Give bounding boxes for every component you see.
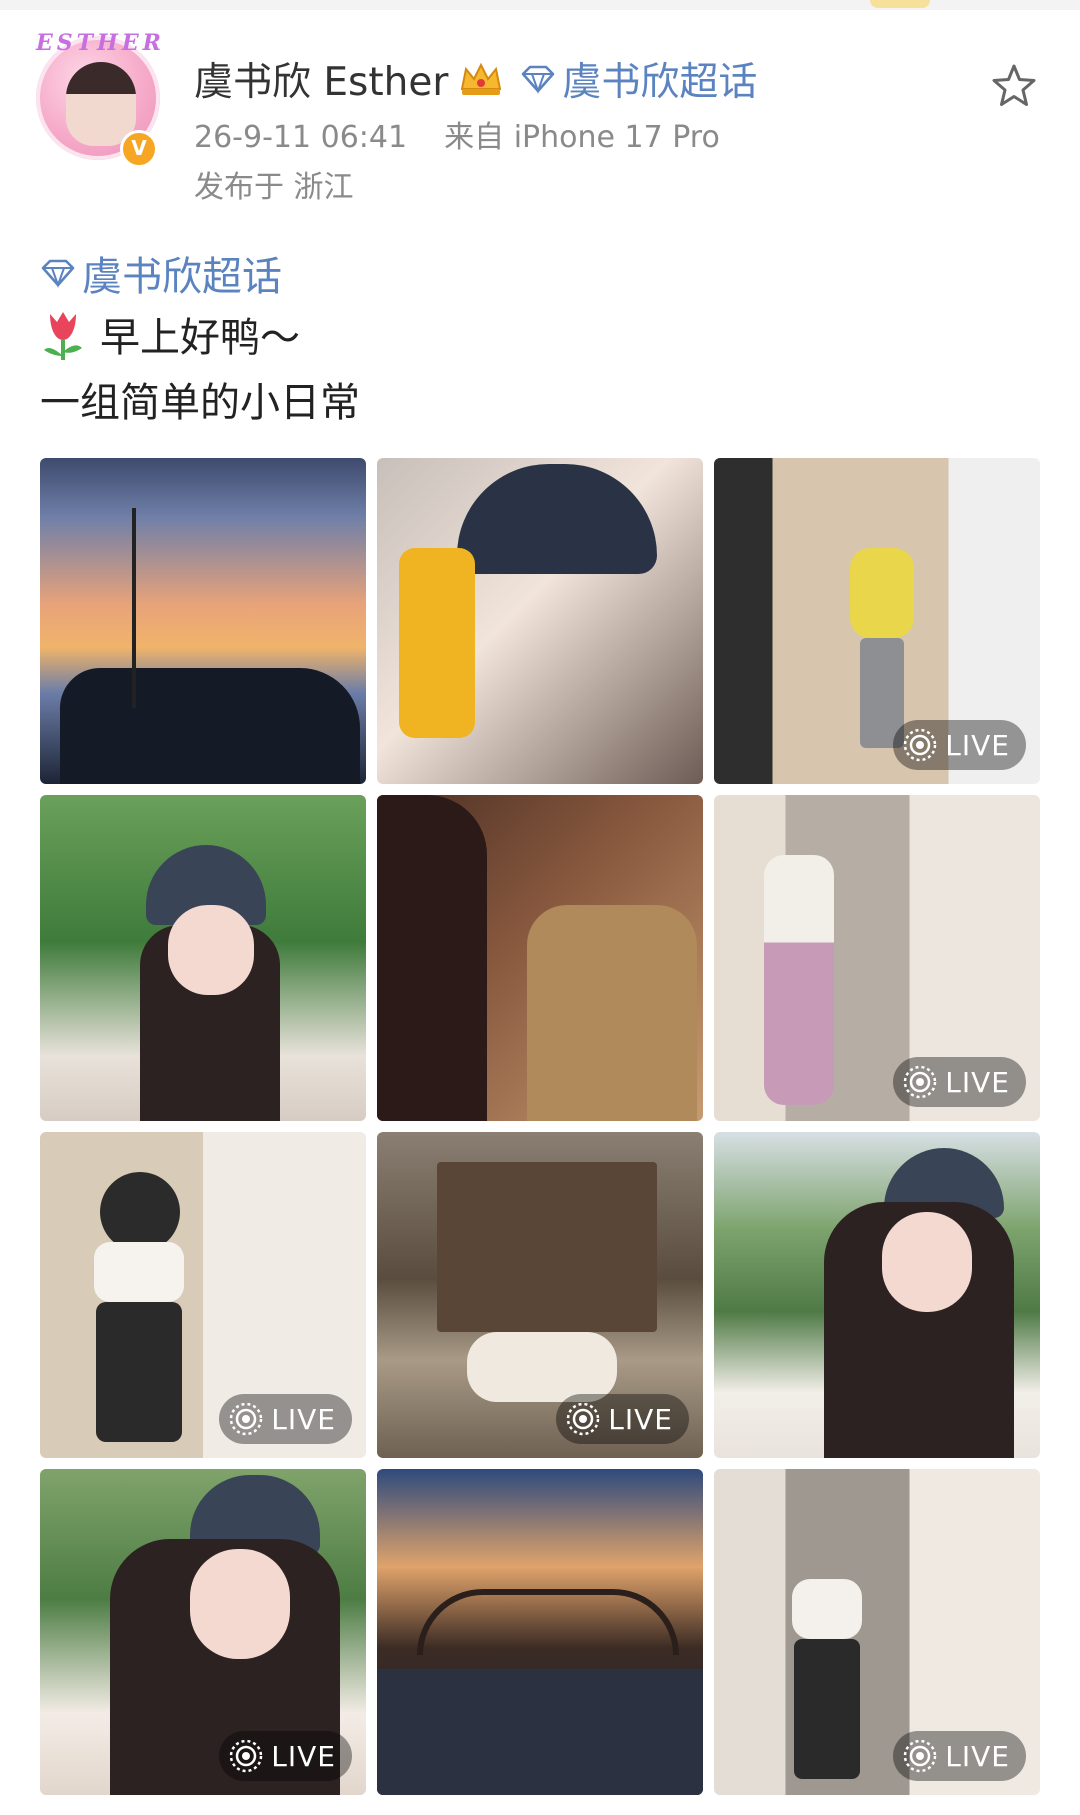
live-icon: [567, 1402, 600, 1436]
gem-icon: [522, 65, 555, 94]
photo-tile-elevator-skirt[interactable]: LIVE: [714, 795, 1040, 1121]
supertopic-link[interactable]: 虞书欣超话: [520, 51, 757, 107]
post-line-1: 早上好鸭～: [100, 315, 300, 361]
hair-shape: [377, 795, 487, 1121]
photo-grid: LIVE LIVE LIVE LIVE LIVE LIVE: [40, 458, 1041, 1798]
post-location: 发布于 浙江: [194, 170, 354, 205]
bridge-arch: [417, 1589, 679, 1655]
cap-shape: [457, 464, 657, 574]
live-label: LIVE: [945, 1739, 1010, 1773]
photo-tile-selfie-cap[interactable]: [377, 458, 703, 784]
live-badge: LIVE: [556, 1394, 689, 1444]
author-row: 虞书欣 Esther 虞书欣超话: [194, 52, 757, 106]
avatar-face: [66, 62, 136, 146]
live-label: LIVE: [945, 728, 1010, 762]
photo-tile-room-friends[interactable]: [377, 795, 703, 1121]
photo-tile-elevator-bag[interactable]: LIVE: [714, 1469, 1040, 1795]
photo-tile-elevator-black[interactable]: LIVE: [40, 1132, 366, 1458]
live-badge: LIVE: [893, 1057, 1026, 1107]
post-text-line: 早上好鸭～: [40, 305, 300, 363]
photo-tile-trees-peace[interactable]: [40, 795, 366, 1121]
pants-shape: [794, 1639, 860, 1779]
face-shape: [882, 1212, 972, 1312]
topic-tag[interactable]: 虞书欣超话: [40, 244, 282, 302]
post-line-2: 一组简单的小日常: [40, 380, 360, 426]
live-badge: LIVE: [219, 1394, 352, 1444]
post-timestamp: 26-9-11 06:41: [194, 120, 408, 155]
live-label: LIVE: [945, 1065, 1010, 1099]
live-badge: LIVE: [219, 1731, 352, 1781]
post-source: 来自 iPhone 17 Pro: [444, 120, 720, 155]
avatar-ring-text: ESTHER: [36, 30, 165, 56]
post-meta: 26-9-11 06:41 来自 iPhone 17 Pro: [194, 112, 720, 156]
live-icon: [904, 728, 937, 762]
phone-shape: [399, 548, 475, 738]
live-icon: [230, 1739, 263, 1773]
author-name[interactable]: 虞书欣 Esther: [194, 51, 448, 107]
live-label: LIVE: [271, 1402, 336, 1436]
tree-silhouette: [60, 668, 360, 784]
photo-tile-village-goats[interactable]: LIVE: [377, 1132, 703, 1458]
live-badge: LIVE: [893, 720, 1026, 770]
crown-icon: [461, 62, 502, 95]
live-icon: [904, 1739, 937, 1773]
post-text-line: 一组简单的小日常: [40, 370, 360, 428]
photo-tile-elevator-yellow[interactable]: LIVE: [714, 458, 1040, 784]
person-shape: [527, 905, 697, 1121]
verified-badge: V: [120, 130, 158, 168]
live-badge: LIVE: [893, 1731, 1026, 1781]
top-decoration: [870, 0, 930, 8]
face-shape: [168, 905, 254, 995]
face-shape: [190, 1549, 290, 1659]
street-pole: [132, 508, 136, 708]
photo-tile-outdoor-smile[interactable]: LIVE: [40, 1469, 366, 1795]
star-icon[interactable]: [990, 62, 1038, 110]
water-shape: [377, 1669, 703, 1795]
live-label: LIVE: [608, 1402, 673, 1436]
photo-tile-night-bridge[interactable]: [377, 1469, 703, 1795]
top-shape: [94, 1242, 184, 1302]
person-shape: [850, 548, 914, 638]
live-icon: [230, 1402, 263, 1436]
house-shape: [437, 1162, 657, 1332]
goats-shape: [467, 1332, 617, 1402]
photo-tile-outdoor-cap[interactable]: [714, 1132, 1040, 1458]
pants-shape: [96, 1302, 182, 1442]
supertopic-label: 虞书欣超话: [562, 60, 758, 105]
top-shape: [792, 1579, 862, 1639]
topic-tag-label: 虞书欣超话: [82, 254, 282, 300]
head-shape: [100, 1172, 180, 1252]
gem-icon: [41, 259, 75, 288]
photo-tile-sunset[interactable]: [40, 458, 366, 784]
live-label: LIVE: [271, 1739, 336, 1773]
live-icon: [904, 1065, 937, 1099]
person-shape: [764, 855, 834, 1105]
tulip-icon: [44, 312, 82, 360]
